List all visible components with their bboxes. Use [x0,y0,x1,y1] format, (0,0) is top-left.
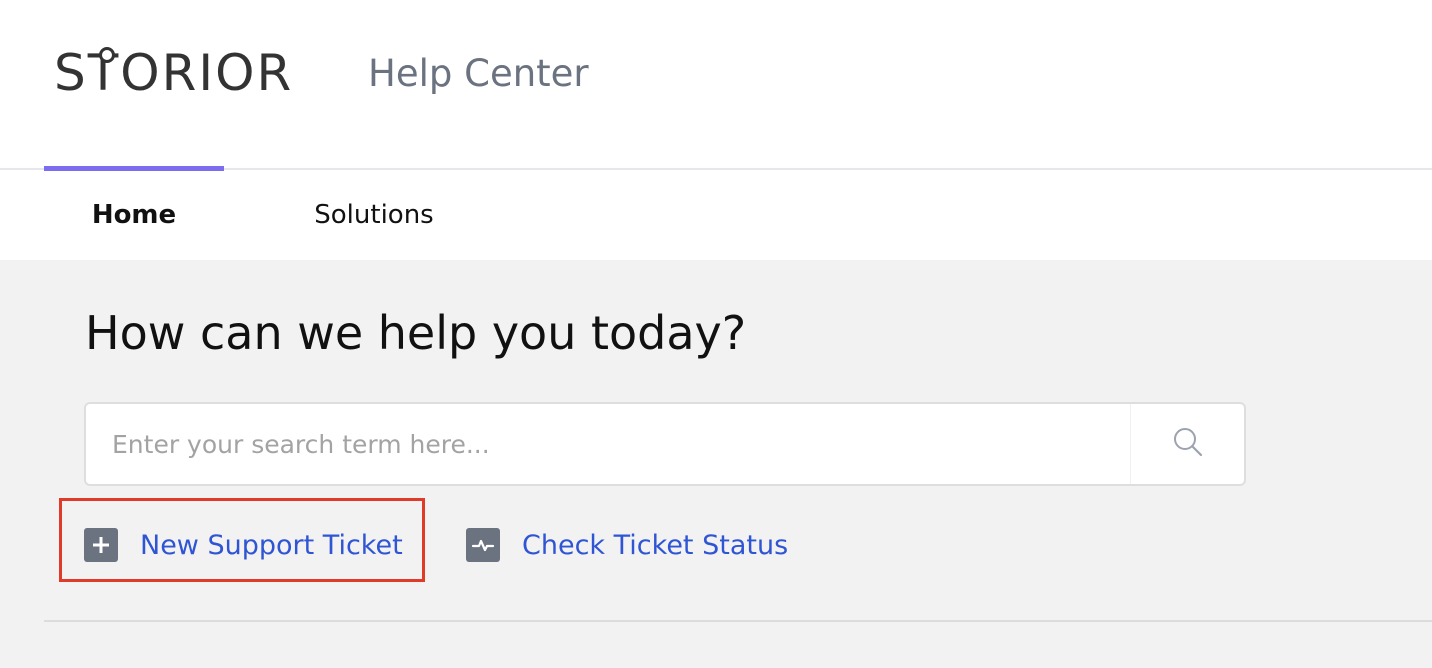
search-box [84,402,1246,486]
new-support-ticket-link[interactable]: New Support Ticket [84,525,403,565]
help-center-title: Help Center [368,52,589,95]
search-icon [1172,426,1204,462]
logo-text-rest: ORIOR [120,44,294,102]
search-button[interactable] [1131,404,1244,484]
header: S T ORIOR Help Center [0,0,1432,168]
check-ticket-status-label: Check Ticket Status [522,529,789,561]
tab-solutions[interactable]: Solutions [290,170,458,260]
storior-logo[interactable]: S T ORIOR [54,42,293,104]
page-headline: How can we help you today? [85,306,747,360]
logo-text-t: T [87,44,121,102]
check-ticket-status-link[interactable]: Check Ticket Status [466,525,788,565]
tab-home[interactable]: Home [44,170,224,260]
plus-square-icon [84,528,118,562]
nav-bar: Home Solutions [0,166,1432,260]
logo-text-s: S [54,44,88,102]
main-content: How can we help you today? New Support T… [0,260,1432,668]
activity-pulse-icon [466,528,500,562]
new-support-ticket-label: New Support Ticket [140,529,403,561]
section-divider [44,620,1432,622]
search-input[interactable] [86,404,1130,484]
